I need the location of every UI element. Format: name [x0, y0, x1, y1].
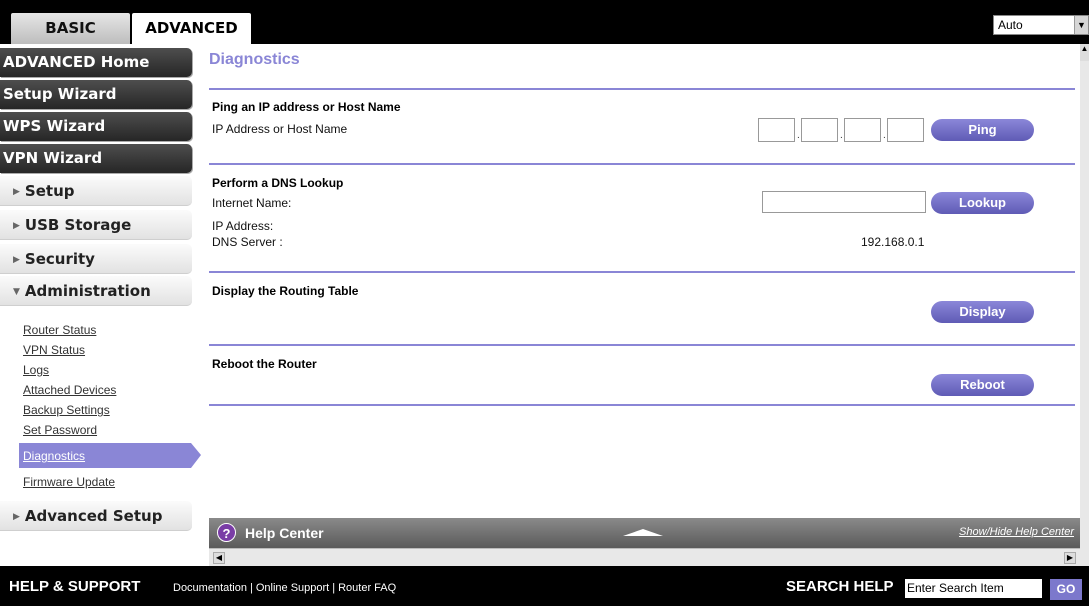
top-tab-bar: BASIC ADVANCED Auto ▼ [0, 0, 1089, 44]
footer: HELP & SUPPORT Documentation | Online Supp… [0, 566, 1089, 606]
sidebar-vpn-wizard[interactable]: VPN Wizard [0, 144, 192, 173]
ping-label: IP Address or Host Name [212, 122, 348, 136]
help-center-bar: ? Help Center Show/Hide Help Center [209, 518, 1080, 548]
reboot-heading: Reboot the Router [212, 357, 317, 371]
ping-heading: Ping an IP address or Host Name [212, 100, 401, 114]
sidebar-section-usb-storage[interactable]: ▶ USB Storage [0, 210, 192, 240]
link-separator: | [250, 582, 253, 594]
sidebar-link-logs[interactable]: Logs [23, 363, 49, 377]
question-icon[interactable]: ? [217, 523, 236, 542]
router-admin-page: BASIC ADVANCED Auto ▼ ADVANCED Home Setu… [0, 0, 1089, 606]
section-divider [209, 163, 1075, 165]
reboot-button[interactable]: Reboot [931, 374, 1034, 396]
section-divider [209, 404, 1075, 406]
scroll-right-icon[interactable]: ▶ [1064, 552, 1076, 564]
tab-basic[interactable]: BASIC [11, 13, 130, 44]
caret-right-icon: ▶ [13, 187, 20, 197]
internet-name-label: Internet Name: [212, 196, 292, 210]
online-support-link[interactable]: Online Support [256, 582, 329, 594]
sidebar-section-label: Security [24, 250, 95, 268]
section-divider [209, 88, 1075, 90]
chevron-down-icon[interactable]: ▼ [1074, 16, 1088, 34]
ip-dot: . [883, 130, 886, 141]
sidebar-advanced-home[interactable]: ADVANCED Home [0, 48, 192, 77]
ip-octet-4-input[interactable] [887, 118, 924, 142]
ip-address-label: IP Address: [212, 219, 274, 233]
tab-advanced[interactable]: ADVANCED [132, 13, 251, 44]
expand-up-icon[interactable] [623, 529, 663, 536]
language-select[interactable]: Auto ▼ [993, 15, 1089, 35]
link-separator: | [332, 582, 336, 594]
router-faq-link[interactable]: Router FAQ [338, 582, 396, 594]
help-center-title: Help Center [245, 525, 324, 541]
sidebar: ADVANCED Home Setup Wizard WPS Wizard VP… [0, 44, 209, 566]
search-input[interactable]: Enter Search Item [905, 579, 1042, 598]
sidebar-section-security[interactable]: ▶ Security [0, 244, 192, 274]
section-divider [209, 271, 1075, 273]
sidebar-section-setup[interactable]: ▶ Setup [0, 176, 192, 206]
sidebar-section-advanced-setup[interactable]: ▶ Advanced Setup [0, 501, 192, 531]
lookup-button[interactable]: Lookup [931, 192, 1034, 214]
caret-down-icon: ▼ [13, 287, 20, 297]
sidebar-link-router-status[interactable]: Router Status [23, 323, 96, 337]
sidebar-link-diagnostics-active[interactable]: Diagnostics [19, 443, 201, 468]
sidebar-link-attached-devices[interactable]: Attached Devices [23, 383, 116, 397]
sidebar-setup-wizard[interactable]: Setup Wizard [0, 80, 192, 109]
scroll-left-icon[interactable]: ◀ [213, 552, 225, 564]
ip-octet-1-input[interactable] [758, 118, 795, 142]
ping-button[interactable]: Ping [931, 119, 1034, 141]
ip-octet-3-input[interactable] [844, 118, 881, 142]
sidebar-section-label: Administration [24, 282, 151, 300]
section-divider [209, 344, 1075, 346]
footer-links: Documentation | Online Support | Router FAQ [173, 582, 396, 594]
sidebar-section-label: USB Storage [24, 216, 132, 234]
sidebar-link-backup-settings[interactable]: Backup Settings [23, 403, 110, 417]
internet-name-input[interactable] [762, 191, 926, 213]
scroll-up-icon[interactable]: ▲ [1080, 44, 1089, 61]
sidebar-wps-wizard[interactable]: WPS Wizard [0, 112, 192, 141]
sidebar-link-vpn-status[interactable]: VPN Status [23, 343, 85, 357]
help-support-title: HELP & SUPPORT [9, 578, 141, 595]
routing-heading: Display the Routing Table [212, 284, 359, 298]
sidebar-section-label: Advanced Setup [24, 507, 163, 525]
dns-heading: Perform a DNS Lookup [212, 176, 344, 190]
caret-right-icon: ▶ [13, 221, 20, 231]
ip-octet-2-input[interactable] [801, 118, 838, 142]
display-button[interactable]: Display [931, 301, 1034, 323]
language-select-value: Auto [998, 18, 1023, 32]
horizontal-scrollbar[interactable]: ◀ ▶ [209, 548, 1080, 566]
main-content: Diagnostics Ping an IP address or Host N… [209, 44, 1080, 518]
active-pointer-icon [191, 443, 201, 468]
ip-dot: . [797, 130, 800, 141]
ip-dot: . [840, 130, 843, 141]
caret-right-icon: ▶ [13, 255, 20, 265]
dns-server-value: 192.168.0.1 [861, 235, 925, 249]
sidebar-link-set-password[interactable]: Set Password [23, 423, 97, 437]
vertical-scrollbar[interactable] [1080, 44, 1089, 566]
search-help-label: SEARCH HELP [786, 578, 894, 595]
sidebar-link-diagnostics[interactable]: Diagnostics [23, 449, 85, 463]
sidebar-link-firmware-update[interactable]: Firmware Update [23, 475, 115, 489]
dns-server-label: DNS Server : [212, 235, 283, 249]
sidebar-section-administration[interactable]: ▼ Administration [0, 276, 192, 306]
search-go-button[interactable]: GO [1050, 579, 1082, 600]
caret-right-icon: ▶ [13, 512, 20, 522]
page-title: Diagnostics [209, 51, 300, 68]
show-hide-help-link[interactable]: Show/Hide Help Center [959, 526, 1074, 538]
documentation-link[interactable]: Documentation [173, 582, 247, 594]
sidebar-section-label: Setup [24, 182, 75, 200]
